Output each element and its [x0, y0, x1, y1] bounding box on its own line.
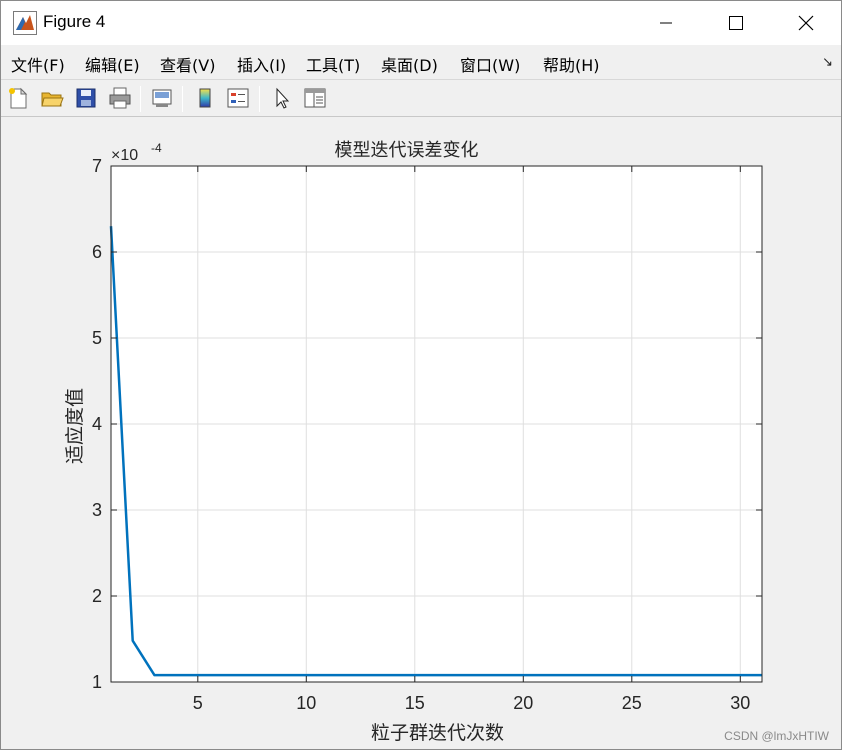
matlab-figure-icon: [13, 11, 37, 35]
x-tick-label: 5: [193, 693, 203, 713]
close-icon: [798, 15, 814, 31]
open-file-button[interactable]: [39, 85, 65, 111]
window-title: Figure 4: [43, 12, 106, 31]
x-tick-label: 25: [622, 693, 642, 713]
minimize-icon: [660, 22, 672, 24]
figure-toolbar: [1, 79, 841, 117]
print-button[interactable]: [107, 85, 133, 111]
print-icon: [109, 87, 131, 109]
edit-plot-arrow-icon: [276, 87, 290, 109]
property-inspector-icon: [304, 88, 326, 108]
dock-figure-icon[interactable]: ↘: [822, 55, 833, 70]
chart-title: 模型迭代误差变化: [335, 140, 479, 161]
y-tick-label: 3: [92, 500, 102, 520]
y-exponent-power: -4: [151, 141, 162, 155]
y-tick-label: 4: [92, 414, 102, 434]
maximize-icon: [729, 16, 743, 30]
property-inspector-button[interactable]: [302, 85, 328, 111]
figure-window: Figure 4 文件(F) 编辑(E) 查看(V) 插入(I) 工具(T) 桌…: [0, 0, 842, 750]
menu-bar: 文件(F) 编辑(E) 查看(V) 插入(I) 工具(T) 桌面(D) 窗口(W…: [1, 45, 841, 79]
save-icon: [76, 88, 96, 108]
menu-edit[interactable]: 编辑(E): [85, 52, 140, 76]
menu-view[interactable]: 查看(V): [160, 52, 215, 76]
maximize-button[interactable]: [701, 1, 771, 45]
x-tick-label: 30: [730, 693, 750, 713]
open-file-icon: [41, 92, 64, 107]
y-tick-label: 5: [92, 328, 102, 348]
colorbar-button[interactable]: [192, 85, 218, 111]
link-plot-icon: [152, 89, 172, 107]
minimize-button[interactable]: [631, 1, 701, 45]
new-figure-icon: [9, 87, 28, 109]
y-tick-label: 6: [92, 242, 102, 262]
menu-insert[interactable]: 插入(I): [237, 52, 286, 76]
menu-window[interactable]: 窗口(W): [460, 52, 520, 76]
menu-tools[interactable]: 工具(T): [306, 52, 360, 76]
y-exponent-label: ×10: [111, 147, 138, 164]
x-tick-label: 15: [405, 693, 425, 713]
x-tick-label: 10: [296, 693, 316, 713]
save-button[interactable]: [73, 85, 99, 111]
y-tick-label: 7: [92, 156, 102, 176]
toolbar-separator: [259, 86, 260, 112]
menu-file[interactable]: 文件(F): [11, 52, 65, 76]
legend-icon: [227, 88, 249, 108]
x-axis-label: 粒子群迭代次数: [371, 722, 504, 744]
legend-button[interactable]: [225, 85, 251, 111]
y-axis-label: 适应度值: [64, 388, 86, 464]
y-tick-label: 1: [92, 672, 102, 692]
menu-desktop[interactable]: 桌面(D): [381, 52, 438, 76]
colorbar-icon: [199, 88, 211, 108]
new-figure-button[interactable]: [5, 85, 31, 111]
menu-help[interactable]: 帮助(H): [543, 52, 600, 76]
toolbar-separator: [140, 86, 141, 112]
line-chart: 5 10 15 20 25 30 1 2 3 4 5 6 7 ×10 -4 模型迭代误差变化 粒子群迭代…: [64, 140, 763, 744]
figure-canvas[interactable]: 5 10 15 20 25 30 1 2 3 4 5 6 7 ×10 -4 模型迭代误差变化 粒子群迭代…: [1, 118, 841, 749]
toolbar-separator: [182, 86, 183, 112]
close-button[interactable]: [771, 1, 841, 45]
x-tick-label: 20: [513, 693, 533, 713]
link-plot-button[interactable]: [149, 85, 175, 111]
edit-plot-button[interactable]: [269, 85, 295, 111]
title-bar[interactable]: Figure 4: [1, 1, 841, 45]
y-tick-label: 2: [92, 586, 102, 606]
watermark-text: CSDN @lmJxHTIW: [724, 729, 829, 743]
